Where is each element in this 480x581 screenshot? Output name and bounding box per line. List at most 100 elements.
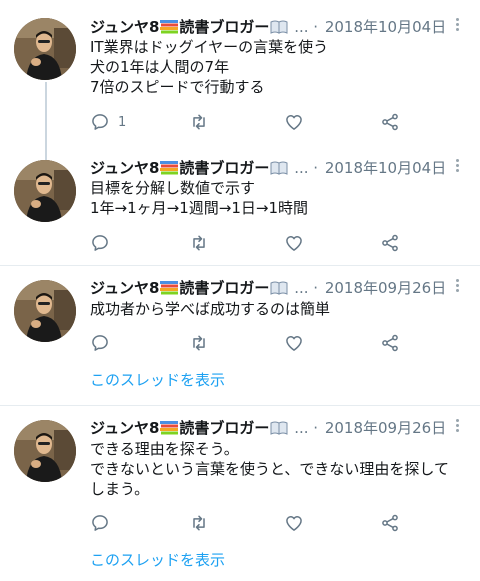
books-emoji-icon: [160, 20, 179, 34]
tweet-text-line: 7倍のスピードで行動する: [90, 78, 265, 96]
retweet-button[interactable]: [189, 111, 209, 133]
reply-button[interactable]: [90, 232, 110, 254]
open-book-emoji-icon: [270, 20, 288, 34]
display-name-suffix[interactable]: 読書ブロガー: [179, 419, 269, 437]
tweet-header: ジュンヤ8 読書ブロガー ... · 2018年10月04日: [90, 157, 446, 179]
avatar[interactable]: [14, 160, 76, 222]
heart-icon: [286, 236, 302, 251]
books-emoji-icon: [160, 421, 179, 435]
more-vertical-icon[interactable]: [454, 159, 460, 175]
display-name-suffix[interactable]: 読書ブロガー: [179, 18, 269, 36]
tweet[interactable]: ジュンヤ8 読書ブロガー ... · 2018年10月04日 IT業界はドッグイヤ…: [0, 0, 480, 150]
share-icon: [382, 334, 398, 352]
tweet-text-line: 目標を分解し数値で示す: [90, 179, 256, 197]
tweet-date[interactable]: 2018年10月04日: [325, 18, 446, 36]
tweet-date[interactable]: 2018年09月26日: [325, 419, 446, 437]
like-button[interactable]: [284, 332, 304, 354]
open-book-emoji-icon: [270, 161, 288, 175]
tweet-actions: [90, 332, 420, 354]
books-emoji-icon: [160, 281, 179, 295]
avatar-photo: [14, 280, 76, 342]
display-name[interactable]: ジュンヤ8: [90, 419, 159, 437]
show-thread-link[interactable]: このスレッドを表示: [90, 370, 225, 390]
separator-dot: ·: [313, 279, 319, 297]
tweet-text: できる理由を探そう。 できないという言葉を使うと、できない理由を探して しまう。: [90, 439, 466, 499]
avatar-photo: [14, 420, 76, 482]
tweet-actions: [90, 512, 420, 534]
retweet-button[interactable]: [189, 512, 209, 534]
heart-icon: [286, 115, 302, 130]
heart-icon: [286, 336, 302, 351]
more-vertical-icon[interactable]: [454, 18, 460, 34]
display-name[interactable]: ジュンヤ8: [90, 159, 159, 177]
avatar-photo: [14, 18, 76, 80]
name-truncation: ...: [294, 18, 309, 36]
name-truncation: ...: [294, 419, 309, 437]
name-truncation: ...: [294, 159, 309, 177]
tweet-text-line: 犬の1年は人間の7年: [90, 58, 230, 76]
tweet-text-line: IT業界はドッグイヤーの言葉を使う: [90, 38, 329, 56]
tweet-text-line: できる理由を探そう。: [90, 440, 239, 458]
tweet[interactable]: ジュンヤ8 読書ブロガー ... · 2018年10月04日 目標を分解し数値で示…: [0, 150, 480, 265]
books-emoji-icon: [160, 161, 179, 175]
avatar-photo: [14, 160, 76, 222]
display-name[interactable]: ジュンヤ8: [90, 18, 159, 36]
tweet-text-line: しまう。: [90, 480, 150, 498]
reply-button[interactable]: 1: [90, 111, 126, 133]
separator-dot: ·: [313, 419, 319, 437]
like-button[interactable]: [284, 111, 304, 133]
reply-count: 1: [118, 114, 127, 130]
tweet-header: ジュンヤ8 読書ブロガー ... · 2018年09月26日: [90, 417, 446, 439]
display-name[interactable]: ジュンヤ8: [90, 279, 159, 297]
reply-button[interactable]: [90, 332, 110, 354]
open-book-emoji-icon: [270, 281, 288, 295]
more-vertical-icon[interactable]: [454, 419, 460, 435]
retweet-icon: [193, 335, 205, 351]
tweet[interactable]: ジュンヤ8 読書ブロガー ... · 2018年09月26日 できる理由を探そう。…: [0, 406, 480, 581]
reply-icon: [92, 515, 108, 531]
reply-icon: [92, 235, 108, 251]
retweet-button[interactable]: [189, 332, 209, 354]
tweet-header: ジュンヤ8 読書ブロガー ... · 2018年10月04日: [90, 16, 446, 38]
share-icon: [382, 514, 398, 532]
more-vertical-icon[interactable]: [454, 279, 460, 295]
like-button[interactable]: [284, 232, 304, 254]
display-name-suffix[interactable]: 読書ブロガー: [179, 159, 269, 177]
share-icon: [382, 234, 398, 252]
tweet-text: IT業界はドッグイヤーの言葉を使う 犬の1年は人間の7年 7倍のスピードで行動す…: [90, 37, 466, 97]
avatar[interactable]: [14, 420, 76, 482]
tweet-text-line: 1年→1ヶ月→1週間→1日→1時間: [90, 199, 308, 217]
tweet-header: ジュンヤ8 読書ブロガー ... · 2018年09月26日: [90, 277, 446, 299]
avatar[interactable]: [14, 18, 76, 80]
tweet-date[interactable]: 2018年09月26日: [325, 279, 446, 297]
separator-dot: ·: [313, 159, 319, 177]
retweet-icon: [193, 515, 205, 531]
open-book-emoji-icon: [270, 421, 288, 435]
tweet-actions: 1: [90, 111, 420, 133]
heart-icon: [286, 516, 302, 531]
display-name-suffix[interactable]: 読書ブロガー: [179, 279, 269, 297]
show-thread-link[interactable]: このスレッドを表示: [90, 550, 225, 570]
share-button[interactable]: [380, 332, 400, 354]
retweet-button[interactable]: [189, 232, 209, 254]
reply-icon: [92, 114, 108, 130]
share-button[interactable]: [380, 232, 400, 254]
tweet-text: 成功者から学べば成功するのは簡単: [90, 299, 466, 319]
like-button[interactable]: [284, 512, 304, 534]
retweet-icon: [193, 114, 205, 130]
tweet[interactable]: ジュンヤ8 読書ブロガー ... · 2018年09月26日 成功者から学べば成功…: [0, 266, 480, 405]
retweet-icon: [193, 235, 205, 251]
name-truncation: ...: [294, 279, 309, 297]
tweet-actions: [90, 232, 420, 254]
tweet-text: 目標を分解し数値で示す 1年→1ヶ月→1週間→1日→1時間: [90, 178, 466, 218]
reply-button[interactable]: [90, 512, 110, 534]
tweet-date[interactable]: 2018年10月04日: [325, 159, 446, 177]
reply-icon: [92, 335, 108, 351]
share-button[interactable]: [380, 111, 400, 133]
tweet-text-line: 成功者から学べば成功するのは簡単: [90, 300, 331, 318]
tweet-text-line: できないという言葉を使うと、できない理由を探して: [90, 460, 449, 478]
share-icon: [382, 113, 398, 131]
share-button[interactable]: [380, 512, 400, 534]
timeline-feed: ジュンヤ8 読書ブロガー ... · 2018年10月04日 IT業界はドッグイヤ…: [0, 0, 480, 581]
avatar[interactable]: [14, 280, 76, 342]
